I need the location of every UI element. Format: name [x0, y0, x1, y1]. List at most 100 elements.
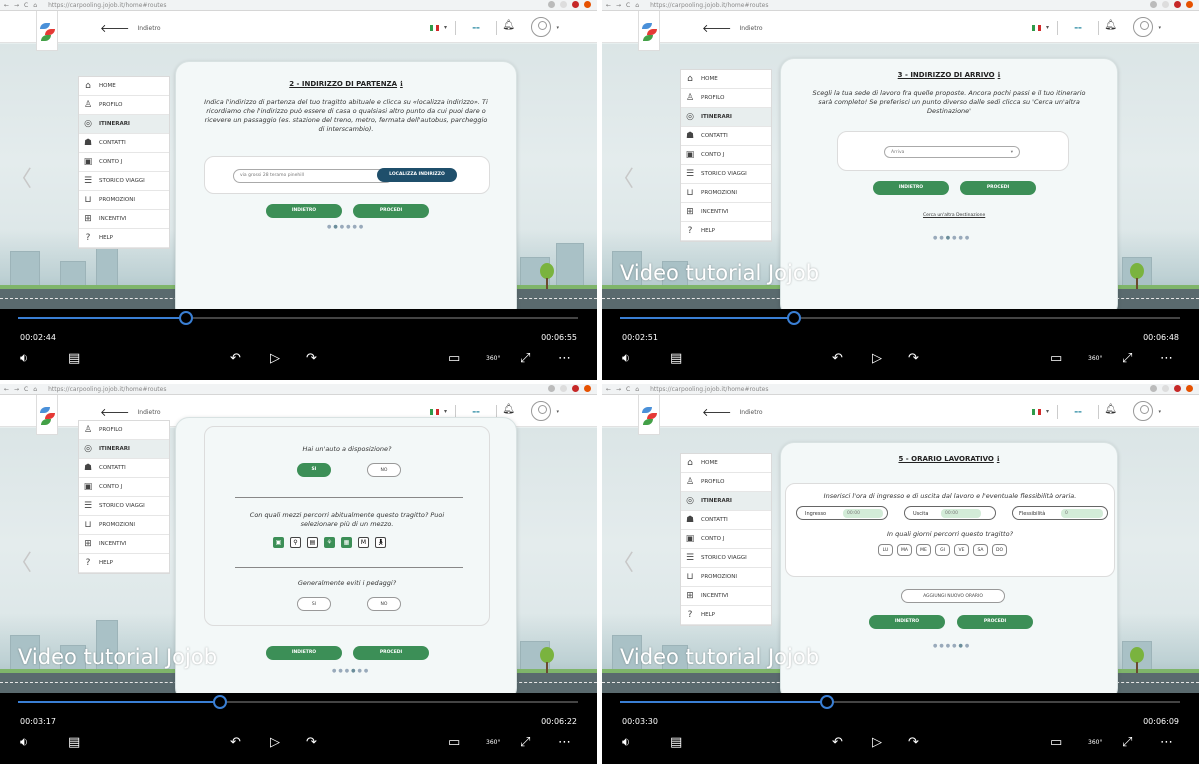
other-destination-link[interactable]: Cerca un'altra Destinazione: [923, 213, 985, 218]
bell-icon[interactable]: 🔔︎: [502, 20, 515, 31]
italian-flag-icon[interactable]: [1032, 409, 1041, 415]
localize-button[interactable]: LOCALIZZA INDIRIZZO: [377, 168, 457, 182]
rewind-10-icon[interactable]: ↶: [230, 735, 241, 750]
fullscreen-icon[interactable]: ⤢: [1122, 351, 1132, 366]
fullscreen-icon[interactable]: ⤢: [520, 735, 530, 750]
miniplayer-icon[interactable]: ▭: [448, 735, 460, 750]
sidebar-item-conto[interactable]: ▣ CONTO J: [79, 478, 169, 497]
italian-flag-icon[interactable]: [430, 409, 439, 415]
extension-icon[interactable]: [1174, 1, 1181, 8]
bell-icon[interactable]: 🔔︎: [1104, 404, 1117, 415]
sidebar-item-help[interactable]: ? HELP: [79, 229, 169, 248]
subtitles-icon[interactable]: ▤: [68, 735, 80, 750]
car-icon[interactable]: ▣: [273, 537, 284, 548]
sidebar-item-incentivi[interactable]: ⊞ INCENTIVI: [79, 535, 169, 554]
back-button[interactable]: INDIETRO: [873, 181, 949, 195]
sidebar-item-conto[interactable]: ▣ CONTO J: [681, 146, 771, 165]
sidebar-item-promozioni[interactable]: ⊔ PROMOZIONI: [681, 184, 771, 203]
sidebar-item-help[interactable]: ? HELP: [79, 554, 169, 573]
fullscreen-icon[interactable]: ⤢: [1122, 735, 1132, 750]
sidebar-item-profilo[interactable]: ♙ PROFILO: [79, 96, 169, 115]
play-icon[interactable]: ▷: [270, 735, 280, 750]
language-dropdown[interactable]: ▾: [444, 24, 447, 31]
seek-handle[interactable]: [179, 311, 193, 325]
avatar[interactable]: [1133, 17, 1153, 37]
profile-icon[interactable]: [1186, 1, 1193, 8]
fullscreen-icon[interactable]: ⤢: [520, 351, 530, 366]
subtitles-icon[interactable]: ▤: [68, 351, 80, 366]
jojob-logo[interactable]: [638, 11, 660, 51]
more-icon[interactable]: ⋯: [558, 735, 571, 750]
browser-nav-icons[interactable]: ←→C⌂: [4, 386, 42, 393]
chevron-down-icon[interactable]: ▾: [1158, 409, 1161, 415]
avatar[interactable]: [531, 401, 551, 421]
uscita-field[interactable]: Uscita 00:00: [904, 506, 996, 520]
star-icon[interactable]: [1162, 385, 1169, 392]
volume-icon[interactable]: 🔉︎: [622, 735, 630, 750]
profile-icon[interactable]: [1186, 385, 1193, 392]
chevron-left-icon[interactable]: 〈: [10, 545, 32, 577]
rewind-10-icon[interactable]: ↶: [832, 735, 843, 750]
star-icon[interactable]: [1162, 1, 1169, 8]
seek-bar[interactable]: [18, 311, 578, 325]
chevron-left-icon[interactable]: 〈: [10, 161, 32, 193]
chevron-left-icon[interactable]: 〈: [612, 545, 634, 577]
day-ma[interactable]: MA: [897, 544, 912, 556]
360-icon[interactable]: 360°: [1088, 739, 1102, 746]
sidebar-item-promozioni[interactable]: ⊔ PROMOZIONI: [79, 516, 169, 535]
forward-30-icon[interactable]: ↷: [306, 351, 317, 366]
extension-icon[interactable]: [572, 1, 579, 8]
chevron-down-icon[interactable]: ▾: [1158, 25, 1161, 31]
sidebar-item-incentivi[interactable]: ⊞ INCENTIVI: [681, 203, 771, 222]
sidebar-item-itinerari[interactable]: ◎ ITINERARI: [681, 108, 771, 127]
day-me[interactable]: ME: [916, 544, 931, 556]
volume-icon[interactable]: 🔉︎: [622, 351, 630, 366]
sidebar-item-promozioni[interactable]: ⊔ PROMOZIONI: [79, 191, 169, 210]
360-icon[interactable]: 360°: [1088, 355, 1102, 362]
italian-flag-icon[interactable]: [1032, 25, 1041, 31]
next-button[interactable]: PROCEDI: [353, 204, 429, 218]
back-link[interactable]: 🡐 Indietro: [100, 21, 161, 35]
avatar[interactable]: [1133, 401, 1153, 421]
address-bar[interactable]: https://carpooling.jojob.it/home#routes: [48, 2, 166, 9]
sidebar-item-home[interactable]: ⌂ HOME: [681, 70, 771, 89]
next-button[interactable]: PROCEDI: [957, 615, 1033, 629]
sidebar-item-contatti[interactable]: ☗ CONTATTI: [681, 511, 771, 530]
ingresso-field[interactable]: Ingresso 00:00: [796, 506, 888, 520]
360-icon[interactable]: 360°: [486, 739, 500, 746]
chevron-down-icon[interactable]: ▾: [556, 409, 559, 415]
chevron-down-icon[interactable]: ▾: [556, 25, 559, 31]
volume-icon[interactable]: 🔉︎: [20, 735, 28, 750]
sidebar-item-conto[interactable]: ▣ CONTO J: [79, 153, 169, 172]
sidebar-item-incentivi[interactable]: ⊞ INCENTIVI: [681, 587, 771, 606]
destination-select[interactable]: Arriva ▾: [884, 146, 1020, 158]
bus-icon[interactable]: ▤: [307, 537, 318, 548]
sidebar-item-itinerari[interactable]: ◎ ITINERARI: [79, 115, 169, 134]
sidebar-item-help[interactable]: ? HELP: [681, 606, 771, 625]
car-yes-button[interactable]: SI: [297, 463, 331, 477]
add-schedule-button[interactable]: AGGIUNGI NUOVO ORARIO: [901, 589, 1005, 603]
sidebar-item-profilo[interactable]: ♙ PROFILO: [681, 89, 771, 108]
jojob-logo[interactable]: [36, 395, 58, 435]
more-icon[interactable]: ⋯: [1160, 351, 1173, 366]
rewind-10-icon[interactable]: ↶: [230, 351, 241, 366]
more-icon[interactable]: ⋯: [1160, 735, 1173, 750]
chevron-left-icon[interactable]: 〈: [612, 161, 634, 193]
extension-icon[interactable]: [1174, 385, 1181, 392]
miniplayer-icon[interactable]: ▭: [1050, 735, 1062, 750]
miniplayer-icon[interactable]: ▭: [1050, 351, 1062, 366]
forward-30-icon[interactable]: ↷: [908, 351, 919, 366]
back-link[interactable]: 🡐 Indietro: [100, 405, 161, 419]
play-icon[interactable]: ▷: [872, 351, 882, 366]
address-bar[interactable]: https://carpooling.jojob.it/home#routes: [650, 386, 768, 393]
seek-handle[interactable]: [786, 311, 801, 325]
day-lu[interactable]: LU: [878, 544, 893, 556]
browser-nav-icons[interactable]: ←→C⌂: [4, 2, 42, 9]
sidebar-item-storico[interactable]: ☰ STORICO VIAGGI: [681, 549, 771, 568]
forward-30-icon[interactable]: ↷: [306, 735, 317, 750]
sidebar-item-help[interactable]: ? HELP: [681, 222, 771, 241]
bell-icon[interactable]: 🔔︎: [502, 404, 515, 415]
address-input[interactable]: via grossi 28 teramo pinehill: [233, 169, 393, 183]
back-link[interactable]: 🡐 Indietro: [702, 405, 763, 419]
back-button[interactable]: INDIETRO: [266, 646, 342, 660]
